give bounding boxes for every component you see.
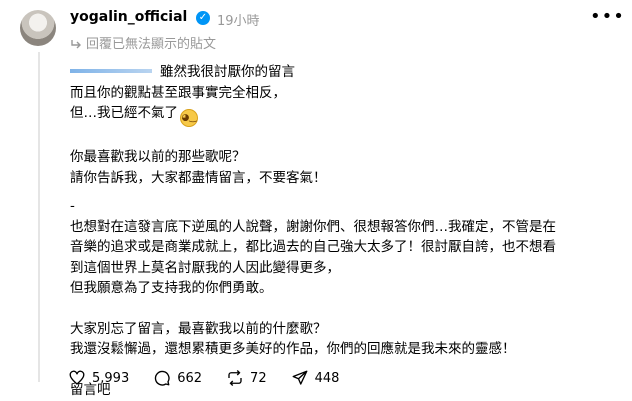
post-line: 但…我已經不氣了 ◕‿ <box>70 103 615 127</box>
verified-badge-icon: ✓ <box>196 11 210 25</box>
share-count: 448 <box>314 370 340 386</box>
like-count: 5,993 <box>92 370 130 386</box>
post-line: 我還沒鬆懈過，還想累積更多美好的作品，你們的回應就是我未來的靈感！ <box>70 341 516 357</box>
post-line: 大家別忘了留言，最喜歡我以前的什麼歌？ <box>70 320 327 337</box>
repost-count: 72 <box>250 370 267 386</box>
like-button[interactable]: 5,993 <box>68 369 129 387</box>
zany-face-emoji-icon: ◕‿ <box>180 109 198 127</box>
post-line: 請你告訴我，大家都盡情留言，不要客氣！ <box>70 169 327 186</box>
post-line: 音樂的追求或是商業成就上，都比過去的自己強大太多了！很討厭自誇，也不想看 <box>70 239 556 255</box>
heart-icon <box>69 370 85 385</box>
post-line: 到這個世界上莫名討厭我的人因此變得更多， <box>70 259 340 276</box>
post-line: 你最喜歡我以前的那些歌呢？ <box>70 149 246 165</box>
post-body: 雖然我很討厭你的留言 而且你的觀點甚至跟事實完全相反， 但…我已經不氣了 ◕‿ 你… <box>70 62 615 400</box>
avatar[interactable] <box>20 10 56 46</box>
post-line: 而且你的觀點甚至跟事實完全相反， <box>70 84 286 101</box>
more-options-icon[interactable]: ••• <box>590 6 625 27</box>
post-line: 雖然我很討厭你的留言 <box>70 62 615 83</box>
reply-arrow-icon <box>71 40 81 49</box>
repost-button[interactable]: 72 <box>226 369 267 387</box>
action-bar: 5,993 662 72 448 <box>68 369 339 387</box>
repost-icon <box>228 370 242 386</box>
share-button[interactable]: 448 <box>291 369 340 387</box>
post-line: 但我願意為了支持我的你們勇敢。 <box>70 280 273 296</box>
thread-line <box>38 52 40 382</box>
redacted-mention <box>70 68 152 73</box>
reply-context-text: 回覆已無法顯示的貼文 <box>86 37 217 52</box>
reply-context: 回覆已無法顯示的貼文 <box>70 33 216 52</box>
comment-count: 662 <box>177 370 203 386</box>
comment-button[interactable]: 662 <box>153 369 202 387</box>
comment-icon <box>155 370 170 386</box>
send-icon <box>292 370 308 385</box>
post-line: 也想對在這發言底下逆風的人說聲，謝謝你們、很想報答你們…我確定，不管是在 <box>70 218 556 235</box>
username[interactable]: yogalin_official <box>70 9 187 25</box>
post-time[interactable]: 19小時 <box>217 10 260 29</box>
post-line: - <box>70 198 75 214</box>
